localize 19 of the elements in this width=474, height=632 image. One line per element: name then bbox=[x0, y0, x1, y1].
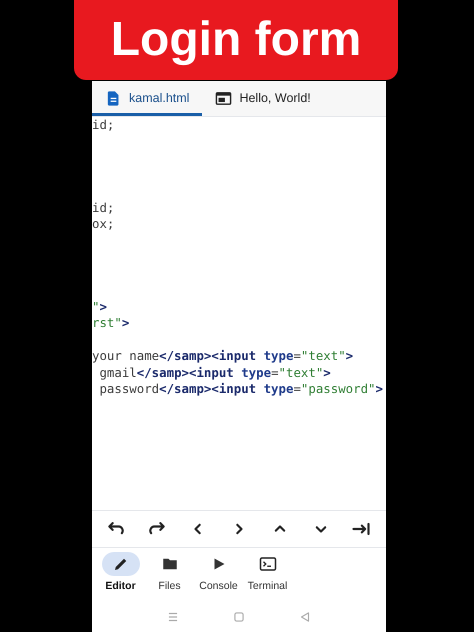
nav-label[interactable]: Editor bbox=[105, 579, 136, 595]
editor-tab[interactable]: kamal.html bbox=[92, 81, 202, 116]
code-line: password</samp><input type="password"> bbox=[98, 381, 383, 396]
nav-button[interactable] bbox=[102, 552, 140, 576]
play-icon bbox=[212, 558, 224, 570]
code-line: rst"> bbox=[92, 315, 130, 330]
editor-tab[interactable]: Hello, World! bbox=[202, 81, 324, 116]
code-line: ox; bbox=[92, 216, 114, 231]
code-line: id; bbox=[92, 200, 114, 214]
nav-label[interactable]: Terminal bbox=[248, 579, 288, 595]
nav-label[interactable]: Files bbox=[158, 579, 181, 595]
nav-label[interactable]: Console bbox=[199, 579, 238, 595]
code-line: id; bbox=[92, 117, 114, 132]
code-line: "> bbox=[92, 298, 107, 314]
terminal-icon bbox=[258, 555, 276, 573]
window-icon bbox=[215, 90, 232, 107]
code-line: gmail</samp><input type="text"> bbox=[98, 364, 331, 380]
code-line: your name</samp><input type="text"> bbox=[92, 348, 354, 363]
banner-title: Login form bbox=[110, 16, 362, 64]
